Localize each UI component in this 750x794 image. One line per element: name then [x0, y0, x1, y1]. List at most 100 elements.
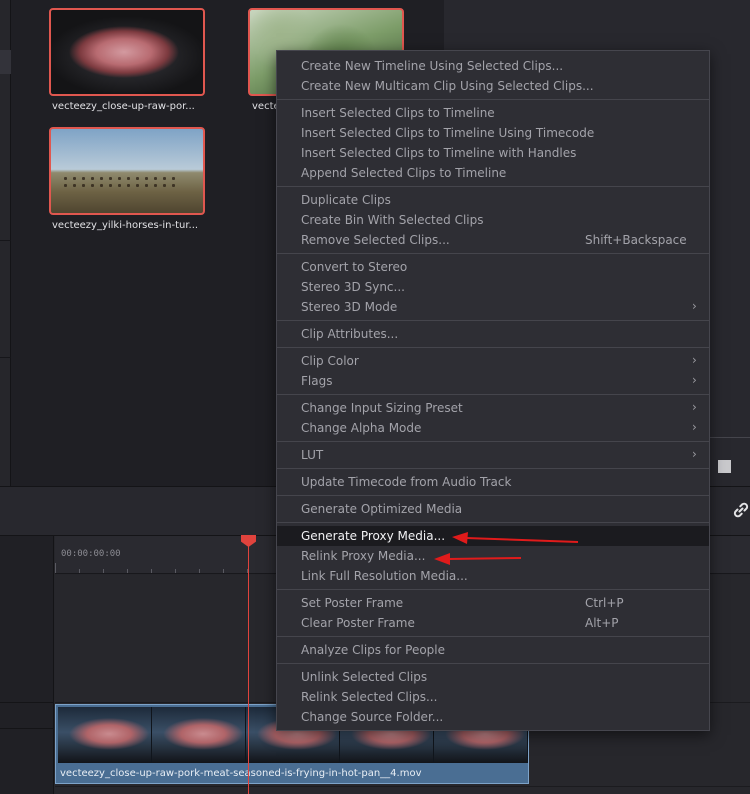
menu-item-label: Insert Selected Clips to Timeline — [301, 106, 495, 120]
chevron-right-icon: › — [692, 299, 697, 313]
menu-item-convert-stereo[interactable]: Convert to Stereo — [277, 257, 709, 277]
menu-item-generate-proxy[interactable]: Generate Proxy Media... — [277, 526, 709, 546]
menu-item-label: Insert Selected Clips to Timeline with H… — [301, 146, 577, 160]
menu-separator — [277, 589, 709, 590]
menu-separator — [277, 663, 709, 664]
clip-name: vecteezy_close-up-raw-por... — [52, 101, 195, 112]
track-divider — [55, 786, 750, 787]
timecode-label: 00:00:00:00 — [61, 549, 121, 559]
menu-item-label: Flags — [301, 374, 333, 388]
menu-item-clip-color[interactable]: Clip Color › — [277, 351, 709, 371]
menu-item-stereo-sync[interactable]: Stereo 3D Sync... — [277, 277, 709, 297]
menu-item-alpha-mode[interactable]: Change Alpha Mode › — [277, 418, 709, 438]
menu-item-label: Unlink Selected Clips — [301, 670, 428, 684]
menu-item-label: Clip Attributes... — [301, 327, 399, 341]
sidebar-divider — [0, 357, 11, 358]
ruler-tick — [223, 569, 224, 573]
sidebar-divider — [0, 240, 11, 241]
menu-item-relink-proxy[interactable]: Relink Proxy Media... — [277, 546, 709, 566]
clip-thumbnail-horses[interactable] — [49, 127, 205, 215]
menu-item-append-clips[interactable]: Append Selected Clips to Timeline — [277, 163, 709, 183]
ruler-tick — [151, 569, 152, 573]
menu-item-label: Change Source Folder... — [301, 710, 444, 724]
stop-square-icon[interactable] — [718, 460, 731, 473]
timeline-clip-name: vecteezy_close-up-raw-pork-meat-seasoned… — [60, 768, 422, 779]
menu-item-clear-poster[interactable]: Clear Poster Frame Alt+P — [277, 613, 709, 633]
menu-item-unlink-clips[interactable]: Unlink Selected Clips — [277, 667, 709, 687]
playhead[interactable] — [248, 542, 249, 794]
ruler-tick — [79, 569, 80, 573]
menu-separator — [277, 253, 709, 254]
menu-item-generate-optimized[interactable]: Generate Optimized Media — [277, 499, 709, 519]
menu-item-create-bin[interactable]: Create Bin With Selected Clips — [277, 210, 709, 230]
menu-item-label: Clip Color — [301, 354, 359, 368]
track-divider — [0, 702, 54, 703]
chevron-right-icon: › — [692, 447, 697, 461]
chevron-right-icon: › — [692, 353, 697, 367]
link-icon[interactable] — [731, 500, 750, 525]
menu-item-label: Generate Optimized Media — [301, 502, 463, 516]
track-header — [0, 536, 54, 794]
menu-shortcut: Shift+Backspace — [585, 233, 687, 247]
menu-item-label: Update Timecode from Audio Track — [301, 475, 512, 489]
menu-shortcut: Ctrl+P — [585, 596, 624, 610]
menu-separator — [277, 636, 709, 637]
menu-shortcut: Alt+P — [585, 616, 619, 630]
menu-item-create-timeline[interactable]: Create New Timeline Using Selected Clips… — [277, 56, 709, 76]
menu-item-update-timecode[interactable]: Update Timecode from Audio Track — [277, 472, 709, 492]
menu-item-label: Relink Selected Clips... — [301, 690, 438, 704]
menu-separator — [277, 522, 709, 523]
menu-item-input-sizing[interactable]: Change Input Sizing Preset › — [277, 398, 709, 418]
menu-item-label: Change Alpha Mode — [301, 421, 422, 435]
menu-item-label: Set Poster Frame — [301, 596, 404, 610]
menu-separator — [277, 347, 709, 348]
ruler-tick — [175, 569, 176, 573]
menu-item-label: Append Selected Clips to Timeline — [301, 166, 507, 180]
menu-item-set-poster[interactable]: Set Poster Frame Ctrl+P — [277, 593, 709, 613]
menu-item-duplicate-clips[interactable]: Duplicate Clips — [277, 190, 709, 210]
ruler-tick — [55, 563, 56, 573]
menu-item-label: Generate Proxy Media... — [301, 529, 446, 543]
menu-item-label: Convert to Stereo — [301, 260, 408, 274]
menu-item-label: Remove Selected Clips... — [301, 233, 450, 247]
menu-item-lut[interactable]: LUT › — [277, 445, 709, 465]
menu-item-flags[interactable]: Flags › — [277, 371, 709, 391]
menu-item-label: Relink Proxy Media... — [301, 549, 426, 563]
ruler-tick — [199, 569, 200, 573]
menu-item-relink-clips[interactable]: Relink Selected Clips... — [277, 687, 709, 707]
menu-item-label: Clear Poster Frame — [301, 616, 415, 630]
track-divider — [0, 728, 54, 729]
ruler-tick — [103, 569, 104, 573]
menu-item-change-source-folder[interactable]: Change Source Folder... — [277, 707, 709, 727]
menu-item-analyze-people[interactable]: Analyze Clips for People — [277, 640, 709, 660]
bin-list-sidebar[interactable] — [0, 0, 11, 486]
menu-item-label: Duplicate Clips — [301, 193, 391, 207]
clip-frame — [58, 707, 152, 763]
menu-item-insert-timecode[interactable]: Insert Selected Clips to Timeline Using … — [277, 123, 709, 143]
menu-separator — [277, 468, 709, 469]
menu-item-label: Create New Timeline Using Selected Clips… — [301, 59, 564, 73]
menu-item-clip-attributes[interactable]: Clip Attributes... — [277, 324, 709, 344]
menu-item-create-multicam[interactable]: Create New Multicam Clip Using Selected … — [277, 76, 709, 96]
clip-frame — [152, 707, 246, 763]
ruler-tick — [127, 569, 128, 573]
menu-item-label: LUT — [301, 448, 324, 462]
menu-separator — [277, 441, 709, 442]
clip-thumbnail-pork[interactable] — [49, 8, 205, 96]
menu-item-label: Insert Selected Clips to Timeline Using … — [301, 126, 595, 140]
menu-separator — [277, 495, 709, 496]
menu-item-insert-clips[interactable]: Insert Selected Clips to Timeline — [277, 103, 709, 123]
menu-item-stereo-mode[interactable]: Stereo 3D Mode › — [277, 297, 709, 317]
selected-bin[interactable] — [0, 50, 11, 74]
menu-item-remove-clips[interactable]: Remove Selected Clips... Shift+Backspace — [277, 230, 709, 250]
chevron-right-icon: › — [692, 373, 697, 387]
menu-item-link-full-res[interactable]: Link Full Resolution Media... — [277, 566, 709, 586]
menu-item-label: Create New Multicam Clip Using Selected … — [301, 79, 594, 93]
menu-item-insert-handles[interactable]: Insert Selected Clips to Timeline with H… — [277, 143, 709, 163]
menu-separator — [277, 320, 709, 321]
menu-item-label: Analyze Clips for People — [301, 643, 446, 657]
menu-separator — [277, 186, 709, 187]
menu-item-label: Link Full Resolution Media... — [301, 569, 468, 583]
chevron-right-icon: › — [692, 400, 697, 414]
menu-item-label: Create Bin With Selected Clips — [301, 213, 484, 227]
